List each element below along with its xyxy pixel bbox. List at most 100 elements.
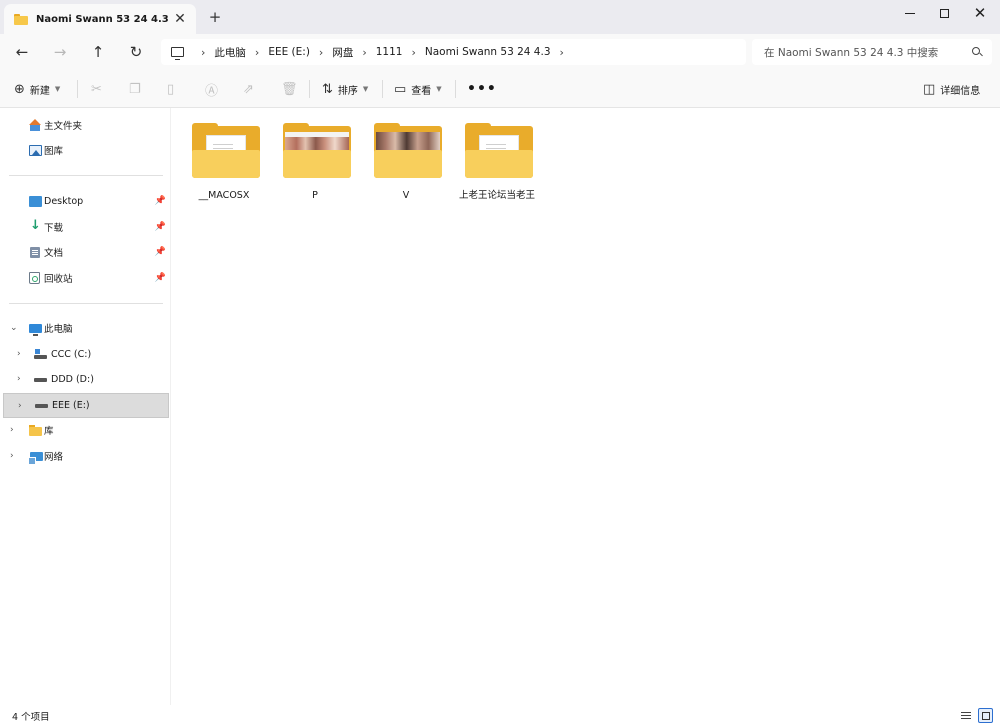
copy-icon: ❐	[129, 81, 141, 97]
sidebar-item-drive-d[interactable]: › DDD (D:)	[0, 368, 171, 390]
trash-icon: 🗑	[281, 81, 298, 97]
more-options-button[interactable]: •••	[467, 79, 497, 99]
sidebar-item-this-pc[interactable]: ⌄ 此电脑	[0, 317, 171, 339]
chevron-right-icon[interactable]: ›	[201, 46, 205, 59]
share-button[interactable]: ⇗	[243, 79, 259, 99]
sidebar-item-label: 主文件夹	[44, 121, 83, 132]
pin-icon[interactable]: 📌	[155, 222, 166, 232]
details-label: 详细信息	[940, 85, 981, 97]
sidebar-item-downloads[interactable]: 下载 📌	[0, 216, 171, 238]
sidebar-item-desktop[interactable]: Desktop 📌	[0, 190, 171, 212]
chevron-right-icon[interactable]: ›	[255, 46, 259, 59]
folder-item-macosx[interactable]: __MACOSX	[183, 122, 265, 222]
sidebar-divider	[9, 303, 163, 304]
chevron-right-icon[interactable]: ›	[10, 425, 14, 435]
document-icon	[30, 246, 40, 258]
view-button[interactable]: ▭ 查看 ▼	[394, 79, 442, 99]
folder-icon	[374, 123, 442, 178]
sidebar-item-documents[interactable]: 文档 📌	[0, 241, 171, 263]
close-window-button[interactable]: ✕	[962, 0, 998, 26]
pin-icon[interactable]: 📌	[155, 273, 166, 283]
folder-icon	[14, 13, 28, 25]
navigation-pane: 主文件夹 图库 Desktop 📌 下载 📌 文档 📌 回收站 📌 ⌄ 此电脑 …	[0, 108, 171, 705]
breadcrumb-1111[interactable]: 1111	[376, 46, 403, 58]
new-label: 新建	[29, 85, 50, 97]
sidebar-item-label: Desktop	[44, 195, 84, 207]
tiles-view-icon	[981, 711, 990, 720]
copy-button[interactable]: ❐	[129, 79, 146, 99]
close-tab-icon[interactable]: ✕	[172, 11, 188, 27]
sidebar-item-drive-e[interactable]: › EEE (E:)	[3, 393, 169, 418]
rename-button[interactable]: Ⓐ	[205, 79, 223, 99]
tab-current-folder[interactable]: Naomi Swann 53 24 4.3 ✕	[4, 4, 196, 34]
toolbar-divider	[455, 80, 456, 98]
pin-icon[interactable]: 📌	[155, 196, 166, 206]
title-bar: Naomi Swann 53 24 4.3 ✕ + ✕	[0, 0, 1000, 34]
minimize-button[interactable]	[892, 0, 928, 26]
chevron-right-icon[interactable]: ›	[411, 46, 415, 59]
chevron-right-icon[interactable]: ›	[319, 46, 323, 59]
folder-icon	[465, 123, 533, 178]
refresh-button[interactable]: ↻	[124, 40, 148, 64]
drive-icon	[34, 374, 47, 385]
sidebar-item-label: 下载	[44, 223, 64, 234]
large-icons-view-button[interactable]	[978, 708, 993, 723]
chevron-right-icon[interactable]: ›	[362, 46, 366, 59]
pin-icon[interactable]: 📌	[155, 247, 166, 257]
sidebar-item-gallery[interactable]: 图库	[0, 139, 171, 161]
chevron-right-icon[interactable]: ›	[560, 46, 564, 59]
view-label: 查看	[411, 85, 432, 97]
breadcrumb-drive-e[interactable]: EEE (E:)	[268, 46, 310, 58]
cut-button[interactable]: ✂	[91, 79, 107, 99]
up-button[interactable]: ↑	[86, 40, 110, 64]
sidebar-item-label: 网络	[44, 452, 64, 463]
search-placeholder: 在 Naomi Swann 53 24 4.3 中搜索	[764, 46, 939, 59]
search-input[interactable]: 在 Naomi Swann 53 24 4.3 中搜索	[752, 39, 992, 65]
breadcrumb-this-pc[interactable]: 此电脑	[214, 45, 246, 60]
view-icon: ▭	[394, 81, 407, 97]
chevron-down-icon[interactable]: ⌄	[10, 323, 18, 333]
sidebar-item-network[interactable]: › 网络	[0, 445, 171, 467]
sort-button[interactable]: ⇅ 排序 ▼	[322, 79, 368, 99]
sidebar-item-drive-c[interactable]: › CCC (C:)	[0, 343, 171, 365]
sidebar-item-recycle-bin[interactable]: 回收站 📌	[0, 267, 171, 289]
chevron-right-icon[interactable]: ›	[18, 401, 22, 411]
chevron-right-icon[interactable]: ›	[17, 374, 21, 384]
address-bar[interactable]: › 此电脑 › EEE (E:) › 网盘 › 1111 › Naomi Swa…	[161, 39, 746, 65]
breadcrumb-current-folder[interactable]: Naomi Swann 53 24 4.3	[425, 46, 551, 58]
paste-button[interactable]: ▯	[167, 79, 179, 99]
toolbar-divider	[309, 80, 310, 98]
sidebar-item-libraries[interactable]: › 库	[0, 419, 171, 441]
delete-button[interactable]: 🗑	[281, 79, 303, 99]
file-name: __MACOSX	[198, 190, 250, 201]
chevron-right-icon[interactable]: ›	[10, 451, 14, 461]
file-list[interactable]: __MACOSX P V 上老王论坛当老王	[171, 108, 1000, 705]
new-tab-button[interactable]: +	[207, 9, 223, 25]
home-icon	[29, 118, 42, 131]
breadcrumb-netdisk[interactable]: 网盘	[332, 45, 353, 60]
details-pane-button[interactable]: ◫ 详细信息	[923, 79, 980, 99]
details-view-button[interactable]	[958, 708, 973, 723]
share-icon: ⇗	[243, 81, 254, 97]
new-button[interactable]: ⊕ 新建 ▼	[14, 79, 60, 99]
search-icon	[972, 47, 980, 55]
maximize-icon	[939, 8, 949, 18]
folder-item-v[interactable]: V	[365, 122, 447, 222]
sidebar-item-label: 图库	[44, 146, 64, 157]
folder-item-forum[interactable]: 上老王论坛当老王	[456, 122, 538, 222]
sidebar-item-label: CCC (C:)	[51, 348, 92, 360]
chevron-right-icon[interactable]: ›	[17, 349, 21, 359]
rename-icon: Ⓐ	[205, 83, 219, 99]
forward-button[interactable]: →	[48, 40, 72, 64]
maximize-button[interactable]	[926, 0, 962, 26]
plus-circle-icon: ⊕	[14, 81, 25, 97]
back-button[interactable]: ←	[10, 40, 34, 64]
folder-item-p[interactable]: P	[274, 122, 356, 222]
toolbar-divider	[77, 80, 78, 98]
sidebar-item-home[interactable]: 主文件夹	[0, 114, 171, 136]
chevron-down-icon: ▼	[362, 85, 369, 93]
status-bar: 4 个项目	[0, 705, 1000, 726]
sidebar-item-label: EEE (E:)	[52, 400, 90, 411]
toolbar-divider	[382, 80, 383, 98]
recycle-bin-icon	[29, 272, 40, 284]
